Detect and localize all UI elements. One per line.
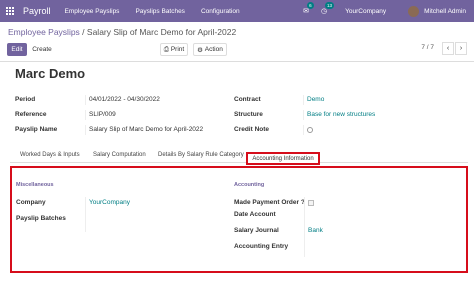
control-panel: Employee Payslips / Salary Slip of Marc … (0, 22, 474, 62)
credit-note-label: Credit Note (234, 126, 270, 133)
contract-link[interactable]: Demo (307, 96, 324, 103)
field-divider (85, 125, 86, 135)
menu-configuration[interactable]: Configuration (201, 8, 240, 15)
notebook-tabs: Worked Days & Inputs Salary Computation … (10, 149, 468, 163)
chevron-left-icon: ‹ (446, 45, 450, 52)
payment-order-label: Made Payment Order ? (234, 199, 305, 206)
miscellaneous-heading: Miscellaneous (16, 182, 54, 188)
payslip-batches-label: Payslip Batches (16, 215, 66, 222)
create-button[interactable]: Create (30, 43, 54, 56)
field-divider (85, 197, 86, 232)
menu-payslips-batches[interactable]: Payslips Batches (135, 8, 185, 15)
date-account-label: Date Account (234, 211, 276, 218)
field-divider (303, 95, 304, 105)
tab-worked-days[interactable]: Worked Days & Inputs (20, 152, 80, 158)
pager-counter[interactable]: 7 / 7 (421, 44, 434, 51)
company-switcher[interactable]: YourCompany (345, 8, 386, 15)
menu-employee-payslips[interactable]: Employee Payslips (65, 8, 120, 15)
action-button[interactable]: ⚙ Action (193, 43, 227, 56)
top-navbar: Payroll Employee Payslips Payslips Batch… (0, 0, 474, 22)
period-value: 04/01/2022 - 04/30/2022 (89, 96, 160, 103)
pager-next-button[interactable]: › (455, 42, 467, 55)
app-name[interactable]: Payroll (23, 6, 51, 16)
contract-label: Contract (234, 96, 261, 103)
employee-name: Marc Demo (15, 66, 86, 81)
chat-badge: 6 (307, 2, 314, 9)
user-menu[interactable]: Mitchell Admin (424, 8, 466, 15)
company-link[interactable]: YourCompany (89, 199, 130, 206)
period-label: Period (15, 96, 36, 103)
credit-note-checkbox[interactable] (307, 127, 313, 133)
edit-button[interactable]: Edit (7, 43, 27, 56)
breadcrumb: Employee Payslips / Salary Slip of Marc … (8, 27, 237, 37)
tab-salary-computation[interactable]: Salary Computation (93, 152, 146, 158)
activity-badge: 13 (325, 2, 335, 9)
field-divider (303, 110, 304, 120)
chat-icon[interactable]: ✉ 6 (303, 2, 314, 15)
payment-order-checkbox[interactable] (308, 200, 314, 206)
action-label: Action (204, 46, 223, 53)
accounting-heading: Accounting (234, 182, 265, 188)
print-icon: ⎙ (163, 45, 169, 53)
chevron-right-icon: › (459, 45, 463, 52)
form-sheet: Marc Demo Period 04/01/2022 - 04/30/2022… (0, 62, 474, 283)
apps-menu-icon[interactable] (0, 0, 20, 22)
field-divider (85, 110, 86, 120)
breadcrumb-parent[interactable]: Employee Payslips (8, 27, 80, 37)
pager-previous-button[interactable]: ‹ (442, 42, 454, 55)
tab-details-by-rule-category[interactable]: Details By Salary Rule Category (158, 152, 244, 158)
structure-link[interactable]: Base for new structures (307, 111, 375, 118)
print-button[interactable]: ⎙ Print (160, 43, 188, 56)
structure-label: Structure (234, 111, 263, 118)
payslip-name-label: Payslip Name (15, 126, 58, 133)
user-avatar[interactable] (408, 5, 420, 17)
field-divider (303, 125, 304, 135)
gear-icon: ⚙ (197, 46, 203, 54)
salary-journal-label: Salary Journal (234, 227, 279, 234)
breadcrumb-current: Salary Slip of Marc Demo for April-2022 (86, 27, 237, 37)
tab-accounting-information[interactable]: Accounting Information (246, 152, 320, 165)
salary-journal-link[interactable]: Bank (308, 227, 323, 234)
company-label: Company (16, 199, 46, 206)
print-label: Print (170, 46, 185, 53)
activity-icon[interactable]: ◷ 13 (321, 2, 335, 15)
payslip-name-value: Salary Slip of Marc Demo for April-2022 (89, 126, 204, 133)
accounting-entry-label: Accounting Entry (234, 243, 289, 250)
reference-label: Reference (15, 111, 47, 118)
accounting-panel: Miscellaneous Company YourCompany Paysli… (10, 166, 468, 273)
reference-value: SLIP/009 (89, 111, 116, 118)
field-divider (85, 95, 86, 105)
field-divider (304, 197, 305, 257)
